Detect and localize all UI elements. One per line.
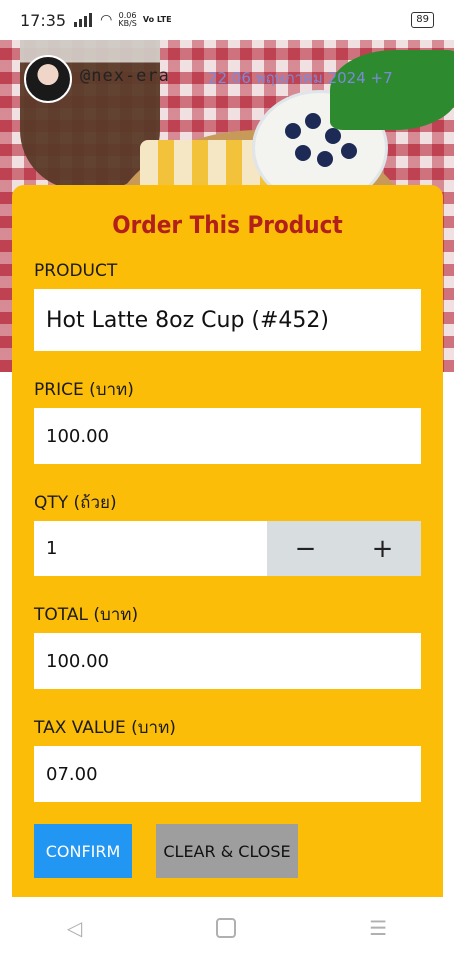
modal-title: Order This Product (112, 211, 343, 239)
post-date: 22.06 พฤษภาคม 2024 +7 (208, 69, 393, 87)
navigation-bar: ◁ ☰ (0, 897, 454, 958)
order-modal: Order This Product PRODUCT Hot Latte 8oz… (12, 185, 443, 897)
battery-icon: 89 (411, 12, 434, 28)
increment-button[interactable]: + (344, 521, 421, 576)
signal-icon (74, 13, 93, 27)
tax-label: TAX VALUE (บาท) (34, 718, 176, 738)
product-label: PRODUCT (34, 261, 118, 281)
qty-stepper-buttons: − + (267, 521, 421, 576)
modal-actions: CONFIRM CLEAR & CLOSE (34, 824, 421, 878)
total-field[interactable]: 100.00 (34, 633, 421, 689)
total-label: TOTAL (บาท) (34, 605, 139, 625)
tax-field[interactable]: 07.00 (34, 746, 421, 802)
home-icon[interactable] (215, 917, 236, 938)
confirm-button[interactable]: CONFIRM (34, 824, 132, 878)
back-icon[interactable]: ◁ (67, 916, 82, 940)
product-field[interactable]: Hot Latte 8oz Cup (#452) (34, 289, 421, 351)
net-speed-unit: KB/S (118, 19, 137, 28)
menu-icon[interactable]: ☰ (369, 916, 387, 940)
clear-close-button[interactable]: CLEAR & CLOSE (156, 824, 298, 878)
avatar[interactable] (24, 55, 72, 103)
qty-field[interactable]: 1 (34, 521, 267, 576)
quantity-stepper: 1 − + (34, 521, 421, 576)
price-field[interactable]: 100.00 (34, 408, 421, 464)
post-username[interactable]: @nex-era (80, 66, 170, 86)
price-label: PRICE (บาท) (34, 380, 134, 400)
leaves-image (330, 50, 454, 130)
status-time: 17:35 (20, 10, 67, 30)
qty-label: QTY (ถ้วย) (34, 493, 117, 513)
volte-indicator: Vo LTE (142, 15, 172, 24)
wifi-icon: ◠ (100, 12, 113, 28)
net-speed: 0.06 KB/S (118, 12, 137, 28)
decrement-button[interactable]: − (267, 521, 344, 576)
status-bar: 17:35 ◠ 0.06 KB/S Vo LTE 89 (0, 0, 454, 40)
